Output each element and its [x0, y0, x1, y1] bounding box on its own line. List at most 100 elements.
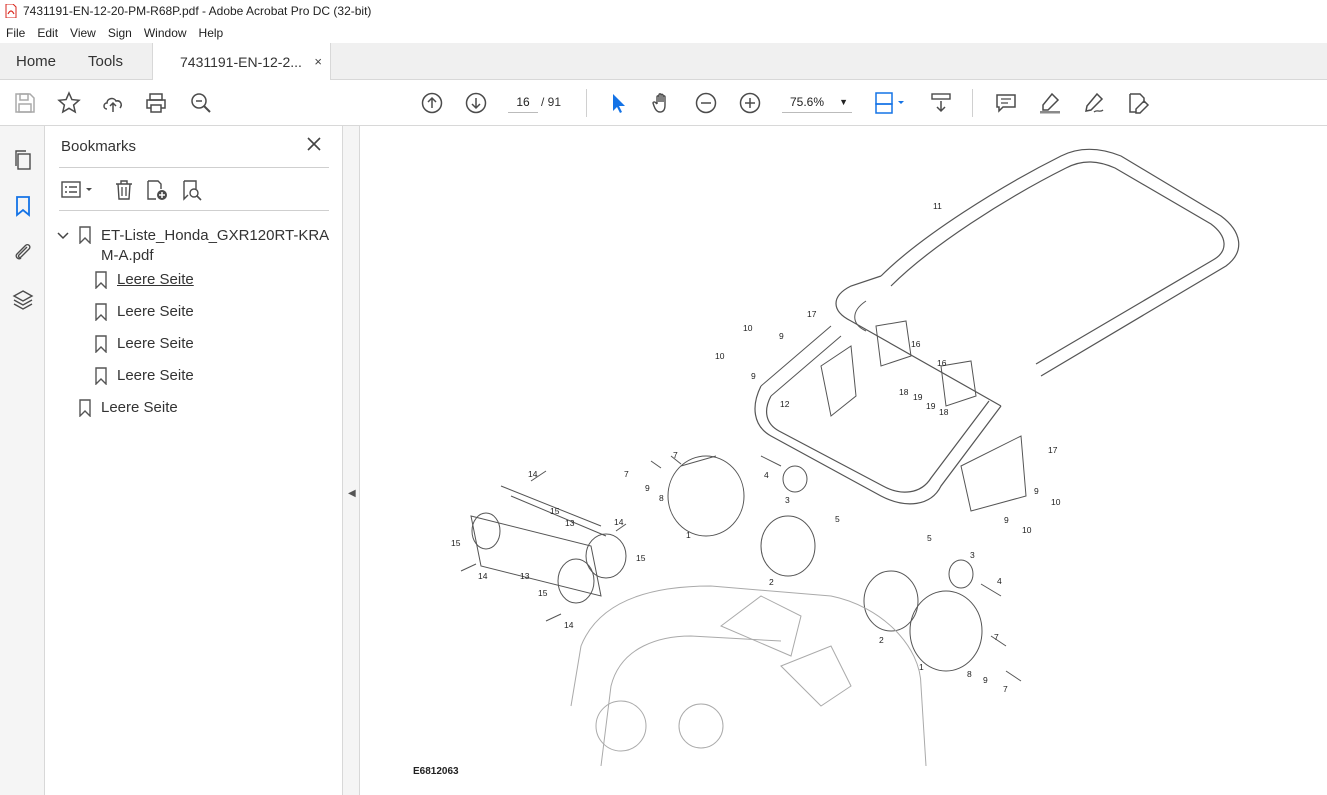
panel-title: Bookmarks: [61, 138, 137, 155]
callout-label: 14: [564, 620, 574, 630]
callout-label: 11: [933, 201, 942, 211]
page-count: / 91: [541, 95, 562, 109]
bookmark-icon: [79, 226, 91, 244]
close-icon[interactable]: [306, 136, 322, 152]
callout-label: 16: [911, 339, 921, 349]
cloud-upload-icon[interactable]: [101, 91, 125, 115]
zoom-out-icon[interactable]: [694, 91, 718, 115]
new-bookmark-icon[interactable]: [145, 178, 169, 202]
scroll-mode-icon[interactable]: [929, 91, 953, 115]
tab-home[interactable]: Home: [16, 43, 56, 80]
callout-label: 9: [751, 371, 756, 381]
callout-label: 8: [659, 493, 664, 503]
callout-label: 3: [970, 550, 975, 560]
chevron-down-icon[interactable]: [57, 226, 69, 244]
callout-label: 18: [939, 407, 949, 417]
callout-label: 18: [899, 387, 909, 397]
chevron-down-icon: ▼: [839, 97, 848, 107]
star-icon[interactable]: [57, 91, 81, 115]
next-page-icon[interactable]: [464, 91, 488, 115]
callout-label: 13: [520, 571, 530, 581]
bookmark-icon: [95, 367, 107, 385]
tab-document-label: 7431191-EN-12-2...: [180, 54, 302, 70]
page-display-icon[interactable]: [874, 91, 908, 115]
zoom-search-icon[interactable]: [189, 91, 213, 115]
callout-label: 9: [983, 675, 988, 685]
bookmark-root[interactable]: ET-Liste_Honda_GXR120RT-KRAM-A.pdf: [57, 226, 337, 266]
menu-sign[interactable]: Sign: [102, 26, 138, 40]
callout-label: 10: [743, 323, 753, 333]
divider-2: [59, 210, 329, 211]
delete-bookmark-icon[interactable]: [112, 178, 136, 202]
callout-label: 19: [913, 392, 923, 402]
callout-label: 9: [779, 331, 784, 341]
bookmark-item[interactable]: Leere Seite: [79, 399, 178, 417]
callout-label: 15: [636, 553, 646, 563]
attachments-icon[interactable]: [11, 240, 35, 264]
bookmarks-panel: Bookmarks ET-Liste_Honda_GXR120RT-KRAM-A…: [45, 126, 343, 795]
bookmark-icon: [95, 303, 107, 321]
navigation-rail: [0, 126, 45, 795]
comment-icon[interactable]: [994, 91, 1018, 115]
zoom-level-select[interactable]: 75.6% ▼: [782, 91, 852, 113]
menu-window[interactable]: Window: [138, 26, 193, 40]
callout-label: 2: [879, 635, 884, 645]
select-arrow-icon[interactable]: [606, 91, 630, 115]
previous-page-icon[interactable]: [420, 91, 444, 115]
callout-label: 19: [926, 401, 936, 411]
print-icon[interactable]: [144, 91, 168, 115]
menu-edit[interactable]: Edit: [31, 26, 64, 40]
bookmark-item[interactable]: Leere Seite: [95, 335, 194, 353]
document-view[interactable]: 11 10 17 9 10 9 16 16 18 19 19 18 12 7 7…: [361, 126, 1327, 795]
save-icon[interactable]: [13, 91, 37, 115]
callout-label: 14: [478, 571, 488, 581]
hand-tool-icon[interactable]: [650, 91, 674, 115]
find-bookmark-icon[interactable]: [180, 178, 204, 202]
callout-label: 15: [550, 506, 560, 516]
menu-view[interactable]: View: [64, 26, 102, 40]
callout-label: 17: [1048, 445, 1058, 455]
callout-label: 2: [769, 577, 774, 587]
bookmark-options-icon[interactable]: [61, 178, 95, 202]
callout-label: 7: [673, 450, 678, 460]
bookmark-label: Leere Seite: [117, 335, 194, 352]
edit-pdf-icon[interactable]: [1126, 91, 1150, 115]
tab-tools[interactable]: Tools: [88, 43, 123, 80]
callout-label: 10: [1051, 497, 1061, 507]
callout-label: 7: [994, 632, 999, 642]
menu-bar: File Edit View Sign Window Help: [0, 22, 1327, 43]
bookmark-label: Leere Seite: [101, 399, 178, 416]
callout-label: 5: [927, 533, 932, 543]
callout-label: 10: [1022, 525, 1032, 535]
pdf-file-icon: [5, 4, 17, 18]
callout-label: 15: [451, 538, 461, 548]
page-thumbnails-icon[interactable]: [11, 148, 35, 172]
callout-label: 17: [807, 309, 817, 319]
highlight-pen-icon[interactable]: [1038, 91, 1062, 115]
bookmark-icon: [95, 271, 107, 289]
callout-label: 4: [764, 470, 769, 480]
callout-label: 7: [1003, 684, 1008, 694]
bookmark-item[interactable]: Leere Seite: [95, 303, 194, 321]
title-bar: 7431191-EN-12-20-PM-R68P.pdf - Adobe Acr…: [0, 0, 1327, 22]
tab-close-icon[interactable]: ×: [314, 54, 322, 69]
menu-help[interactable]: Help: [193, 26, 230, 40]
bookmark-item[interactable]: Leere Seite: [95, 271, 194, 289]
page-number-input[interactable]: 16: [508, 91, 538, 113]
callout-label: 16: [937, 358, 947, 368]
zoom-in-icon[interactable]: [738, 91, 762, 115]
callout-label: 12: [780, 399, 790, 409]
menu-file[interactable]: File: [0, 26, 31, 40]
bookmark-icon: [79, 399, 91, 417]
layers-icon[interactable]: [11, 288, 35, 312]
draw-sign-icon[interactable]: [1082, 91, 1106, 115]
panel-collapse-handle[interactable]: ◀: [343, 126, 360, 795]
bookmark-root-label: ET-Liste_Honda_GXR120RT-KRAM-A.pdf: [101, 227, 330, 264]
bookmarks-icon[interactable]: [11, 194, 35, 218]
exploded-parts-diagram: 11 10 17 9 10 9 16 16 18 19 19 18 12 7 7…: [451, 148, 1240, 767]
callout-label: 15: [538, 588, 548, 598]
tab-document[interactable]: 7431191-EN-12-2... ×: [152, 43, 331, 81]
bookmark-item[interactable]: Leere Seite: [95, 367, 194, 385]
divider: [59, 167, 329, 168]
figure-code: E6812063: [413, 766, 459, 777]
